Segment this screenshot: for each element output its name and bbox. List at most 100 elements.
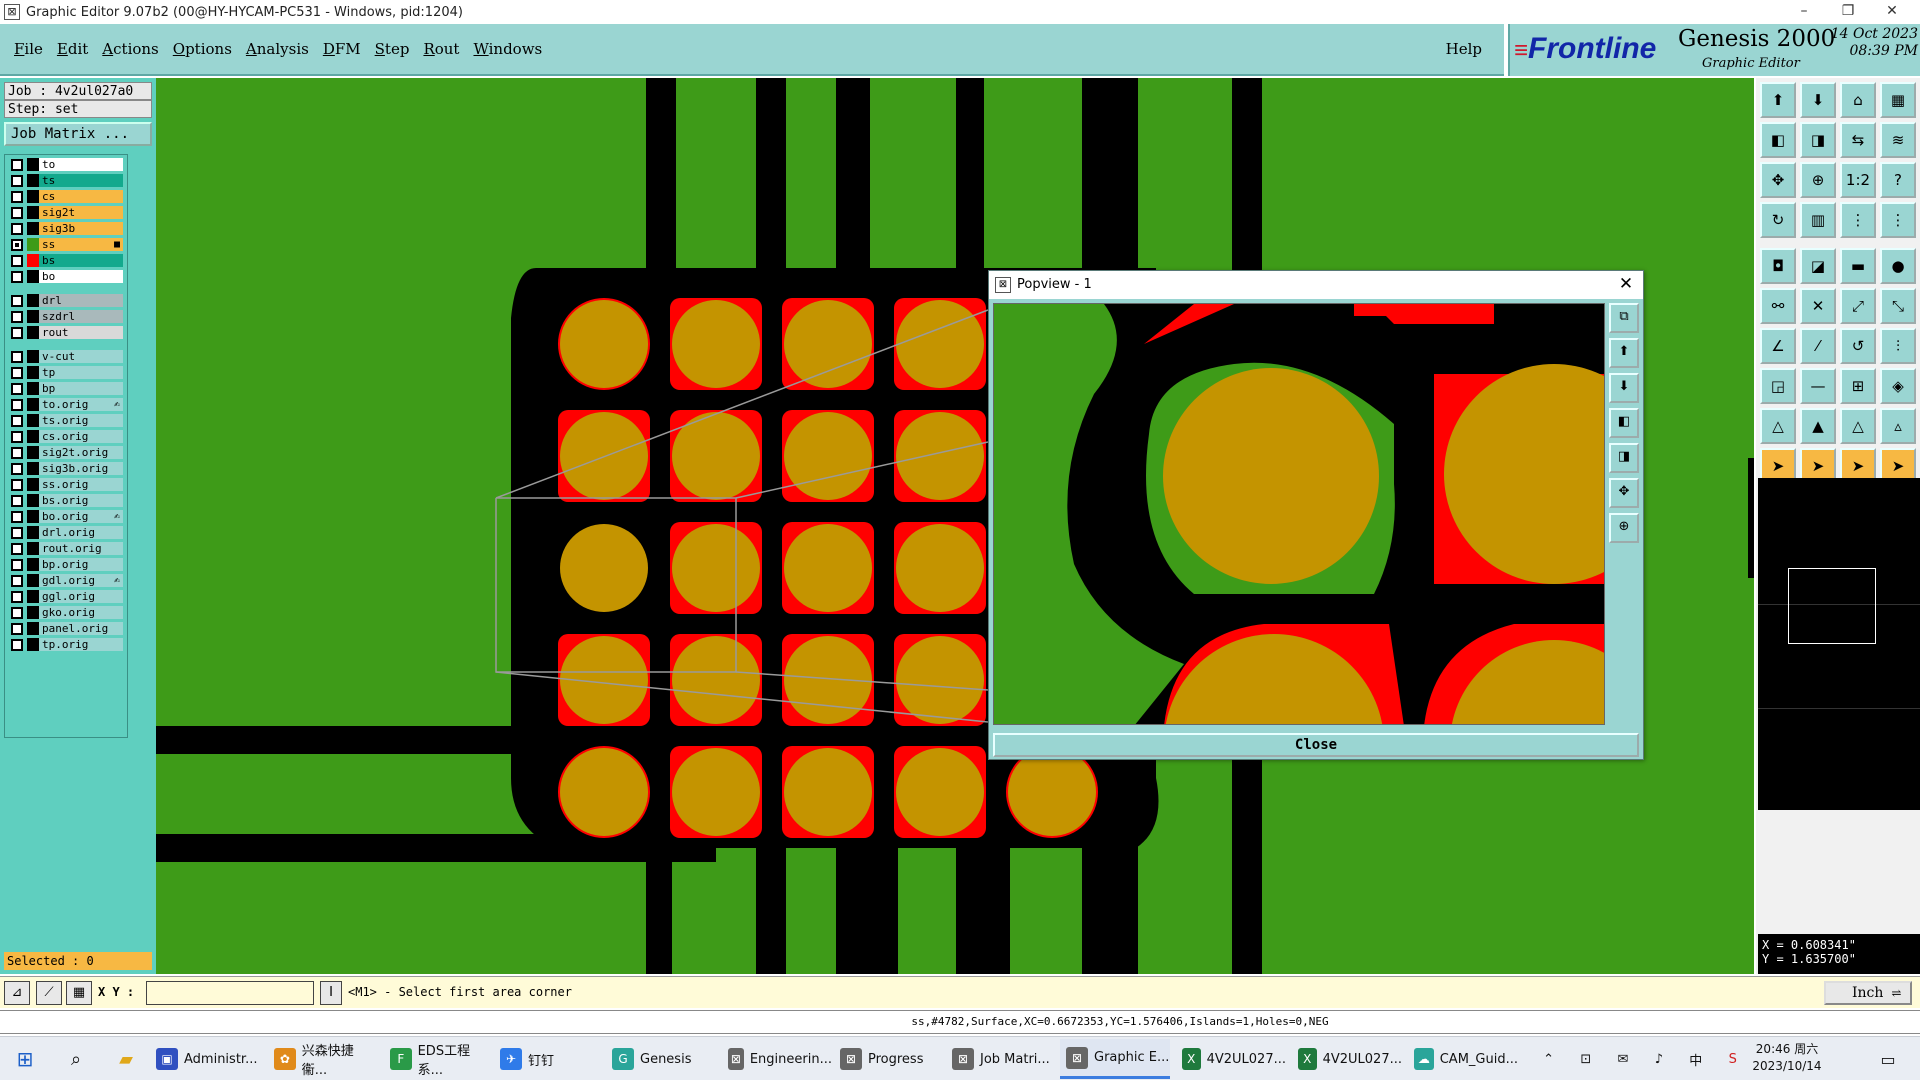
layer-row-cs[interactable]: cs	[7, 189, 127, 204]
layer-color-swatch[interactable]	[27, 190, 39, 203]
layer-row-ts[interactable]: ts	[7, 173, 127, 188]
link-icon[interactable]: ⤡	[1880, 288, 1916, 324]
angle-icon[interactable]: ∠	[1760, 328, 1796, 364]
layer-row-to[interactable]: to	[7, 157, 127, 172]
layer-checkbox[interactable]	[11, 526, 23, 539]
layer-name[interactable]: v-cut	[39, 350, 123, 363]
file-explorer-icon[interactable]: ▰	[108, 1039, 144, 1079]
layer-checkbox[interactable]	[11, 430, 23, 443]
layer-color-swatch[interactable]	[27, 478, 39, 491]
menu-analysis[interactable]: Analysis	[246, 40, 309, 58]
layer-color-swatch[interactable]	[27, 622, 39, 635]
layer-name[interactable]: tp.orig	[39, 638, 123, 651]
job-matrix-button[interactable]: Job Matrix ...	[4, 122, 152, 146]
layer-name[interactable]: cs.orig	[39, 430, 123, 443]
layer-color-swatch[interactable]	[27, 270, 39, 283]
layer-name[interactable]: bs.orig	[39, 494, 123, 507]
popview-close-button[interactable]: Close	[993, 733, 1639, 757]
layer-name[interactable]: panel.orig	[39, 622, 123, 635]
layer-checkbox[interactable]	[11, 254, 23, 267]
taskbar-item[interactable]: G Genesis	[606, 1039, 716, 1079]
layer-checkbox[interactable]	[11, 158, 23, 171]
layer-checkbox[interactable]	[11, 190, 23, 203]
layer-name[interactable]: drl.orig	[39, 526, 123, 539]
split-icon[interactable]: ⫶	[1880, 328, 1916, 364]
layer-color-swatch[interactable]	[27, 542, 39, 555]
layer-row-drl[interactable]: drl	[7, 293, 127, 308]
layer-color-swatch[interactable]	[27, 174, 39, 187]
layer-checkbox[interactable]	[11, 398, 23, 411]
layer-checkbox[interactable]	[11, 574, 23, 587]
taskbar-item[interactable]: X 4V2UL027...	[1292, 1039, 1402, 1079]
taskbar-item[interactable]: F EDS工程系...	[384, 1039, 494, 1079]
arc-icon[interactable]: ↺	[1840, 328, 1876, 364]
menu-help[interactable]: Help	[1446, 40, 1482, 58]
taskbar-item[interactable]: ✈ 钉钉	[494, 1039, 604, 1079]
layer-row-bp-orig[interactable]: bp.orig	[7, 557, 127, 572]
feature-icon[interactable]: ◲	[1760, 368, 1796, 404]
layer-row-szdrl[interactable]: szdrl	[7, 309, 127, 324]
shapes-icon[interactable]: ◈	[1880, 368, 1916, 404]
layer-row-ts-orig[interactable]: ts.orig	[7, 413, 127, 428]
layer-color-swatch[interactable]	[27, 414, 39, 427]
triangle-red-icon[interactable]: ▲	[1800, 408, 1836, 444]
taskbar-item[interactable]: ⊠ Job Matri...	[946, 1039, 1056, 1079]
layer-name[interactable]: drl	[39, 294, 123, 307]
layer-name[interactable]: bs	[39, 254, 123, 267]
layer-checkbox[interactable]	[11, 206, 23, 219]
align-icon[interactable]: ⊞	[1840, 368, 1876, 404]
mirror-icon[interactable]: ⇆	[1840, 122, 1876, 158]
layer-row-sig3b[interactable]: sig3b	[7, 221, 127, 236]
popview-up-icon[interactable]: ⬆	[1609, 338, 1639, 368]
layer-color-swatch[interactable]	[27, 606, 39, 619]
layer-checkbox[interactable]	[11, 382, 23, 395]
layer-color-swatch[interactable]	[27, 350, 39, 363]
home-icon[interactable]: ⌂	[1840, 82, 1876, 118]
layer-color-swatch[interactable]	[27, 238, 39, 251]
layer-color-swatch[interactable]	[27, 462, 39, 475]
triangle-blue-icon[interactable]: △	[1840, 408, 1876, 444]
tray-ime-icon[interactable]: 中	[1689, 1050, 1702, 1069]
layer-row-panel-orig[interactable]: panel.orig	[7, 621, 127, 636]
pad-icon[interactable]: ●	[1880, 248, 1916, 284]
connect-icon[interactable]: ⚯	[1760, 288, 1796, 324]
taskbar-item[interactable]: ⊠ Graphic E...	[1060, 1039, 1170, 1079]
layer-name[interactable]: cs	[39, 190, 123, 203]
layer-color-swatch[interactable]	[27, 398, 39, 411]
layer-color-swatch[interactable]	[27, 222, 39, 235]
tray-chevron-icon[interactable]: ⌃	[1543, 1052, 1554, 1067]
layer-name[interactable]: ts	[39, 174, 123, 187]
layer-name[interactable]: gko.orig	[39, 606, 123, 619]
save-icon[interactable]: ⬇	[1800, 82, 1836, 118]
minimize-button[interactable]: –	[1782, 0, 1826, 24]
taskbar-item[interactable]: ⊠ Progress	[834, 1039, 944, 1079]
fill-icon[interactable]: ◪	[1800, 248, 1836, 284]
layer-row-sig3b-orig[interactable]: sig3b.orig	[7, 461, 127, 476]
grid-icon[interactable]: ▥	[1800, 202, 1836, 238]
layer-row-cs-orig[interactable]: cs.orig	[7, 429, 127, 444]
layer-color-swatch[interactable]	[27, 310, 39, 323]
layer-name[interactable]: sig2t.orig	[39, 446, 123, 459]
start-icon[interactable]: ⊞	[6, 1039, 44, 1079]
layer-row-bo[interactable]: bo	[7, 269, 127, 284]
layer-checkbox[interactable]	[11, 294, 23, 307]
layer-checkbox[interactable]	[11, 638, 23, 651]
menu-edit[interactable]: Edit	[57, 40, 88, 58]
layer-row-ss[interactable]: ss ■	[7, 237, 127, 252]
zoom-fit-icon[interactable]: ✥	[1760, 162, 1796, 198]
line-icon[interactable]: ⁄	[1800, 328, 1836, 364]
menu-actions[interactable]: Actions	[102, 40, 158, 58]
tray-network-icon[interactable]: ⊡	[1580, 1052, 1591, 1067]
popview-fit-icon[interactable]: ⧉	[1609, 303, 1639, 333]
layer-color-swatch[interactable]	[27, 430, 39, 443]
layer-checkbox[interactable]	[11, 310, 23, 323]
layer-color-swatch[interactable]	[27, 590, 39, 603]
layer-row-rout-orig[interactable]: rout.orig	[7, 541, 127, 556]
layer-checkbox[interactable]	[11, 366, 23, 379]
layer-name[interactable]: bp	[39, 382, 123, 395]
popview-right-icon[interactable]: ◨	[1609, 443, 1639, 473]
layer-row-rout[interactable]: rout	[7, 325, 127, 340]
layer-row-tp[interactable]: tp	[7, 365, 127, 380]
pan-left-icon[interactable]: ◧	[1760, 122, 1796, 158]
layer-name[interactable]: tp	[39, 366, 123, 379]
